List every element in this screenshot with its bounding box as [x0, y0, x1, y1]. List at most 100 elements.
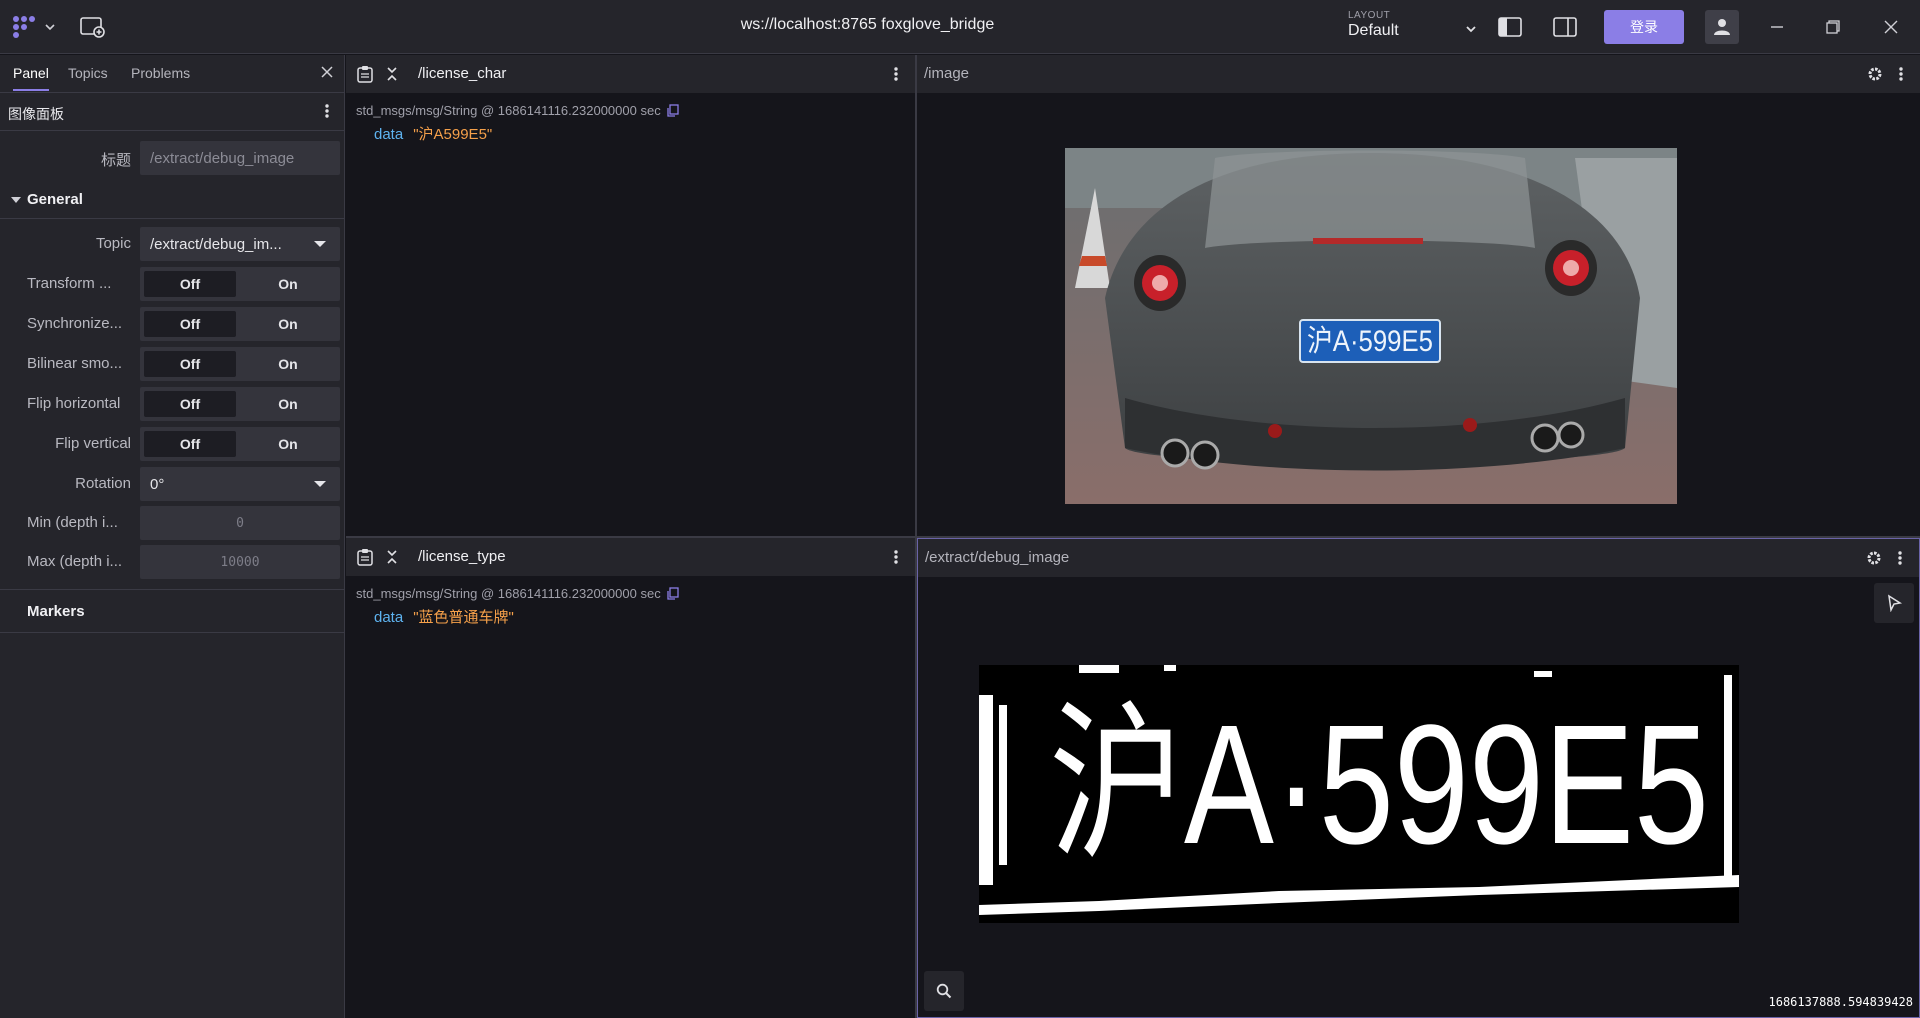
caret-down-icon — [314, 241, 326, 247]
topic-path: /extract/debug_image — [925, 549, 1070, 566]
max-depth-label: Max (depth i... — [27, 553, 123, 570]
panel-menu-button[interactable] — [1891, 549, 1909, 567]
panel-settings-button[interactable] — [1866, 65, 1884, 83]
collapse-button[interactable] — [383, 548, 401, 566]
panel-menu-button[interactable] — [887, 548, 905, 566]
image-panel-camera: /image 沪A·599E5 — [917, 55, 1920, 536]
copy-icon[interactable] — [667, 104, 679, 117]
user-icon — [1714, 19, 1730, 35]
topic-select-value: /extract/debug_im... — [150, 236, 282, 253]
collapse-button[interactable] — [383, 65, 401, 83]
panel-toolbar: /image — [917, 55, 1920, 93]
image-panel-debug: /extract/debug_image 沪A·599E5 1686137888… — [917, 538, 1920, 1018]
more-vertical-icon — [894, 67, 898, 81]
markers-section-header[interactable]: Markers — [0, 590, 345, 633]
more-vertical-icon — [894, 550, 898, 564]
horizontal-splitter[interactable] — [346, 536, 1920, 538]
panel-name: 图像面板 — [8, 106, 64, 122]
copy-panel-button[interactable] — [356, 548, 374, 566]
synchronize-off-option[interactable]: Off — [144, 311, 236, 337]
flip-horizontal-on-option[interactable]: On — [242, 391, 334, 417]
user-avatar-button[interactable] — [1705, 10, 1739, 44]
more-vertical-icon — [1898, 551, 1902, 565]
clipboard-icon — [357, 549, 373, 566]
min-depth-input[interactable]: 0 — [140, 506, 340, 540]
message-field-row: data "蓝色普通车牌" — [374, 606, 514, 627]
image-timestamp: 1686137888.594839428 — [1768, 995, 1914, 1009]
field-value: "蓝色普通车牌" — [413, 609, 514, 626]
panel-settings-button[interactable] — [1865, 549, 1883, 567]
app-toolbar: ws://localhost:8765 foxglove_bridge LAYO… — [0, 0, 1920, 54]
car-camera-image[interactable]: 沪A·599E5 — [1065, 148, 1677, 504]
toggle-left-sidebar-button[interactable] — [1497, 15, 1523, 39]
bilinear-toggle: Off On — [140, 347, 340, 381]
cursor-icon — [1888, 594, 1903, 612]
synchronize-label: Synchronize... — [27, 315, 123, 332]
message-meta: std_msgs/msg/String @ 1686141116.2320000… — [356, 586, 679, 601]
collapse-icon — [387, 67, 397, 81]
login-button[interactable]: 登录 — [1604, 10, 1684, 44]
max-depth-input[interactable]: 10000 — [140, 545, 340, 579]
flip-vertical-label: Flip vertical — [55, 435, 131, 452]
message-type-timestamp: std_msgs/msg/String @ 1686141116.2320000… — [356, 586, 661, 601]
flip-vertical-off-option[interactable]: Off — [144, 431, 236, 457]
panel-toolbar: /license_char — [346, 55, 915, 93]
topic-path[interactable]: /license_type — [418, 548, 506, 565]
close-sidebar-button[interactable] — [320, 65, 334, 83]
clipboard-icon — [357, 66, 373, 83]
topic-select[interactable]: /extract/debug_im... — [140, 227, 340, 261]
toggle-right-sidebar-button[interactable] — [1552, 15, 1578, 39]
caret-down-icon — [11, 197, 21, 203]
message-meta: std_msgs/msg/String @ 1686141116.2320000… — [356, 103, 679, 118]
general-section-title: General — [27, 191, 83, 208]
flip-horizontal-label: Flip horizontal — [27, 395, 121, 412]
max-depth-value: 10000 — [220, 555, 260, 570]
rotation-select[interactable]: 0° — [140, 467, 340, 501]
transform-off-option[interactable]: Off — [144, 271, 236, 297]
copy-panel-button[interactable] — [356, 65, 374, 83]
max-depth-row: Max (depth i... 10000 — [0, 543, 345, 579]
title-row: 标题 /extract/debug_image — [0, 139, 345, 175]
minimize-button[interactable] — [1766, 16, 1788, 38]
flip-vertical-on-option[interactable]: On — [242, 431, 334, 457]
sidebar-tabs: Panel Topics Problems — [0, 55, 344, 93]
field-key: data — [374, 609, 404, 626]
topic-row: Topic /extract/debug_im... — [0, 225, 345, 261]
tab-topics[interactable]: Topics — [68, 65, 108, 81]
copy-icon[interactable] — [667, 587, 679, 600]
close-window-button[interactable] — [1880, 16, 1902, 38]
panel-toolbar: /extract/debug_image — [918, 539, 1919, 577]
general-section-header[interactable]: General — [0, 179, 345, 219]
message-type-timestamp: std_msgs/msg/String @ 1686141116.2320000… — [356, 103, 661, 118]
layout-selector[interactable]: LAYOUT Default — [1348, 10, 1478, 46]
tab-problems[interactable]: Problems — [131, 65, 190, 81]
zoom-button[interactable] — [924, 971, 964, 1011]
bilinear-on-option[interactable]: On — [242, 351, 334, 377]
tab-panel[interactable]: Panel — [13, 65, 49, 91]
panel-settings-sidebar: Panel Topics Problems 图像面板 标题 /extract/d… — [0, 55, 345, 1018]
flip-horizontal-off-option[interactable]: Off — [144, 391, 236, 417]
panel-menu-button[interactable] — [1892, 65, 1910, 83]
caret-down-icon — [314, 481, 326, 487]
synchronize-on-option[interactable]: On — [242, 311, 334, 337]
debug-binary-image[interactable]: 沪A·599E5 — [979, 665, 1739, 923]
bilinear-row: Bilinear smo... Off On — [0, 345, 345, 381]
panel-settings-header: 图像面板 — [0, 93, 344, 131]
topic-path[interactable]: /license_char — [418, 65, 506, 82]
panel-settings-menu-button[interactable] — [324, 103, 330, 123]
restore-icon — [1826, 20, 1840, 34]
maximize-button[interactable] — [1822, 16, 1844, 38]
raw-messages-panel-license-type: /license_type std_msgs/msg/String @ 1686… — [346, 538, 915, 1018]
rotation-label: Rotation — [75, 475, 131, 492]
flip-horizontal-row: Flip horizontal Off On — [0, 385, 345, 421]
rotation-select-value: 0° — [150, 476, 165, 493]
message-field-row: data "沪A599E5" — [374, 123, 492, 144]
bilinear-off-option[interactable]: Off — [144, 351, 236, 377]
title-input[interactable]: /extract/debug_image — [140, 141, 340, 175]
panel-menu-button[interactable] — [887, 65, 905, 83]
interaction-mode-button[interactable] — [1874, 583, 1914, 623]
transform-on-option[interactable]: On — [242, 271, 334, 297]
gear-icon — [1867, 551, 1881, 565]
binarized-plate-text: 沪A·599E5 — [1049, 690, 1709, 880]
min-depth-value: 0 — [236, 516, 244, 531]
